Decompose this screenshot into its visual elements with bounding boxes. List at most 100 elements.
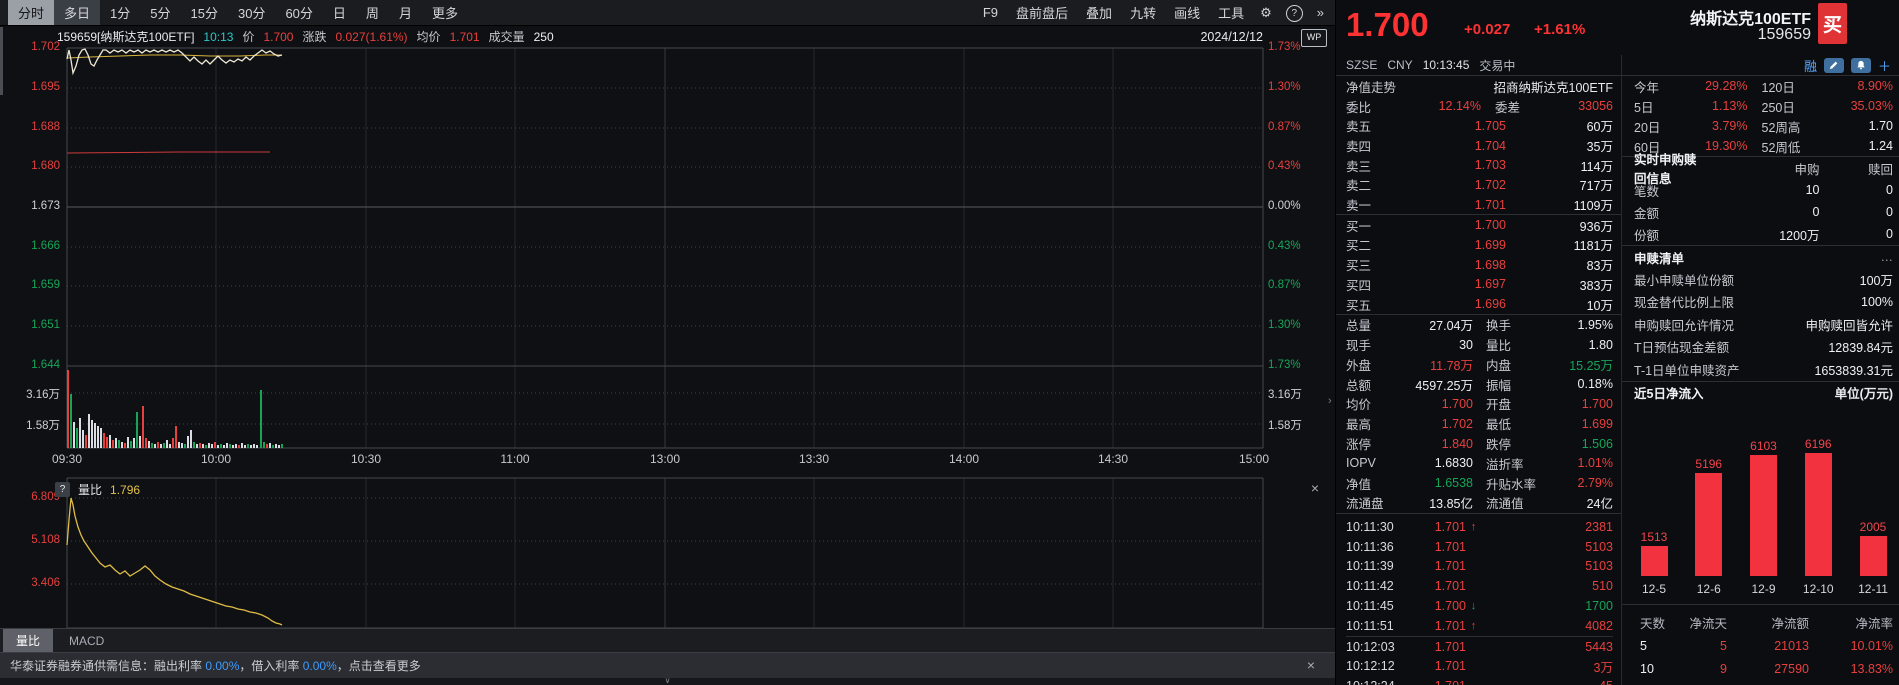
- nine-turn-button[interactable]: 九转: [1121, 0, 1165, 25]
- volume-bar: [115, 438, 117, 448]
- stat-label: 内盘: [1486, 358, 1512, 373]
- x-axis-label: 13:30: [798, 452, 830, 466]
- wp-monitor-icon[interactable]: WP: [1301, 29, 1327, 47]
- collapse-strip[interactable]: ∨: [0, 677, 1335, 685]
- help-icon[interactable]: ?: [1279, 1, 1310, 25]
- rt-redeem-value: 0: [1886, 183, 1893, 197]
- ask-row-3[interactable]: 卖三 1.703 114万: [1346, 155, 1613, 175]
- iopv-line: [66, 151, 270, 154]
- tab-volume-ratio[interactable]: 量比: [3, 629, 54, 652]
- stat-value: 1.506: [1581, 436, 1613, 451]
- tab-more[interactable]: 更多: [422, 0, 468, 25]
- bid-row-5[interactable]: 买五 1.696 10万: [1346, 294, 1613, 314]
- tab-15min[interactable]: 15分: [181, 0, 228, 25]
- stat-label: 总量: [1346, 319, 1372, 334]
- gear-icon[interactable]: ⚙: [1253, 2, 1279, 24]
- change-value: 0.027(1.61%): [335, 29, 408, 44]
- stat-label: 开盘: [1486, 398, 1512, 413]
- subchart-header: ? 量比 1.796: [55, 481, 140, 498]
- cell: 5: [1720, 639, 1727, 653]
- volume-bar: [217, 445, 219, 448]
- ask-row-5[interactable]: 卖五 1.705 60万: [1346, 116, 1613, 136]
- tab-5min[interactable]: 5分: [140, 0, 180, 25]
- period-toolbar: 分时 多日 1分 5分 15分 30分 60分 日 周 月 更多 F9 盘前盘后…: [0, 0, 1335, 26]
- stat-row: 外盘 11.78万 内盘 15.25万: [1346, 354, 1613, 374]
- volume-bar: [196, 444, 198, 448]
- tab-multiday[interactable]: 多日: [54, 0, 101, 25]
- tab-1min[interactable]: 1分: [100, 0, 140, 25]
- flow-bar: [1750, 454, 1777, 576]
- bid2-price: 1.699: [1474, 237, 1506, 252]
- overlay-button[interactable]: 叠加: [1077, 0, 1121, 25]
- panel-collapse-handle[interactable]: ›: [1328, 395, 1332, 407]
- ask2-volume: 717万: [1579, 179, 1613, 194]
- tab-timeshare[interactable]: 分时: [8, 0, 55, 25]
- price-change-pct: +1.61%: [1534, 21, 1586, 38]
- nav-row[interactable]: 净值走势 招商纳斯达克100ETF: [1346, 76, 1613, 96]
- draw-line-button[interactable]: 画线: [1165, 0, 1209, 25]
- volume-bar: [247, 444, 249, 448]
- rt-label: 金额: [1634, 206, 1660, 221]
- weibi-value: 12.14%: [1438, 99, 1481, 113]
- ask-row-4[interactable]: 卖四 1.704 35万: [1346, 136, 1613, 156]
- volume-bar: [136, 412, 138, 448]
- axis-label: 1.666: [31, 240, 60, 252]
- volume-bar: [253, 444, 255, 448]
- tab-week[interactable]: 周: [356, 0, 389, 25]
- x-axis-label: 15:00: [1238, 452, 1270, 466]
- weibi-row: 委比 12.14% 委差 33056: [1346, 96, 1613, 116]
- rt-label: 份额: [1634, 228, 1660, 243]
- tab-30min[interactable]: 30分: [228, 0, 275, 25]
- f9-button[interactable]: F9: [974, 2, 1007, 23]
- tools-button[interactable]: 工具: [1209, 0, 1253, 25]
- ask2-label: 卖二: [1346, 179, 1372, 194]
- add-icon[interactable]: ＋: [1878, 56, 1891, 75]
- axis-label: 3.16万: [1268, 389, 1302, 401]
- tab-macd[interactable]: MACD: [56, 631, 117, 651]
- margin-trading-icon[interactable]: 融: [1804, 56, 1817, 75]
- flow-table-header: 天数 净流天 净流额 净流率: [1634, 611, 1893, 635]
- stat-value: 1.95%: [1577, 317, 1613, 332]
- tab-day[interactable]: 日: [323, 0, 356, 25]
- orderbook-column: SZSE CNY 10:13:45 交易中 净值走势 招商纳斯达克100ETF …: [1336, 55, 1621, 685]
- price-value: 1.700: [263, 29, 294, 44]
- bell-icon[interactable]: [1850, 57, 1871, 73]
- bid-row-1[interactable]: 买一 1.700 936万: [1346, 215, 1613, 235]
- axis-label: 1.680: [31, 160, 60, 172]
- unit-label: 单位(万元): [1834, 387, 1893, 401]
- ask-row-1[interactable]: 卖一 1.701 1109万: [1346, 195, 1613, 215]
- tick-price: 1.701: [1434, 519, 1466, 534]
- bid-row-3[interactable]: 买三 1.698 83万: [1346, 255, 1613, 275]
- divider: [1622, 603, 1899, 605]
- buy-button[interactable]: 买: [1818, 3, 1847, 44]
- notice-close-icon[interactable]: ×: [1307, 657, 1315, 673]
- tick-list[interactable]: 10:11:30 1.701 ↑ 2381 10:11:36 1.701 5103 10:…: [1346, 514, 1613, 685]
- indicator-help-icon[interactable]: ?: [55, 482, 70, 497]
- volume-bar: [148, 441, 150, 448]
- notice-more-link[interactable]: ，点击查看更多: [337, 657, 421, 674]
- ask-row-2[interactable]: 卖二 1.702 717万: [1346, 175, 1613, 195]
- left-drag-handle[interactable]: [0, 27, 3, 95]
- volume-bar: [133, 438, 135, 448]
- subchart-close-icon[interactable]: ×: [1307, 480, 1323, 496]
- stat-value: 1.700: [1581, 396, 1613, 411]
- tick-volume: 510: [1592, 579, 1613, 594]
- volume-bar: [106, 437, 108, 448]
- edit-icon[interactable]: [1823, 57, 1844, 73]
- bid-row-4[interactable]: 买四 1.697 383万: [1346, 275, 1613, 295]
- volume-bar: [109, 435, 111, 448]
- pre-post-market-button[interactable]: 盘前盘后: [1007, 0, 1077, 25]
- perf-label: 今年: [1634, 80, 1660, 95]
- tick-volume: 3万: [1593, 660, 1613, 675]
- tab-month[interactable]: 月: [389, 0, 422, 25]
- volume-bar: [85, 435, 87, 448]
- axis-label: 1.58万: [26, 420, 60, 432]
- tick-row: 10:11:30 1.701 ↑ 2381: [1346, 517, 1613, 537]
- ellipsis-more-icon[interactable]: …: [1881, 250, 1894, 264]
- bid-row-2[interactable]: 买二 1.699 1181万: [1346, 235, 1613, 255]
- tick-time: 10:12:03: [1346, 639, 1395, 654]
- tab-60min[interactable]: 60分: [275, 0, 322, 25]
- chevron-double-right-icon[interactable]: »: [1310, 2, 1331, 23]
- ask3-label: 卖三: [1346, 159, 1372, 174]
- pcf-row: T日预估现金差额 12839.84元: [1634, 336, 1893, 359]
